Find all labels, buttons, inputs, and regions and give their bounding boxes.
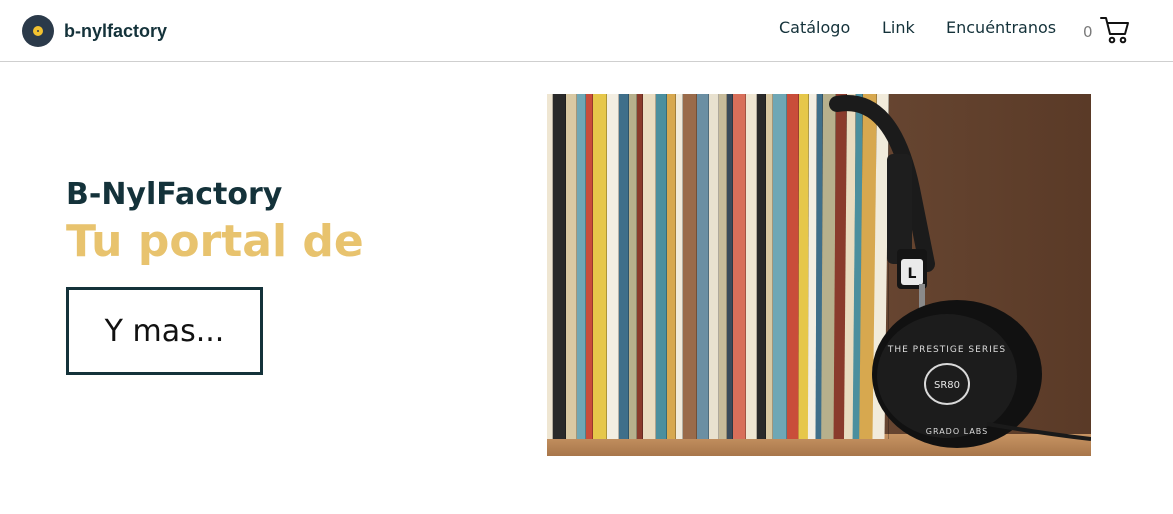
navbar: b-nylfactory Catálogo Link Encuéntranos …	[0, 0, 1173, 62]
cart-count: 0	[1083, 23, 1093, 41]
record-spine-edge	[636, 94, 637, 439]
nav-link-catalogo[interactable]: Catálogo	[779, 18, 850, 37]
more-button[interactable]: Y mas...	[66, 287, 263, 375]
record-spine-edge	[756, 94, 757, 439]
record-spine-edge	[565, 94, 566, 439]
record-spine-edge	[642, 94, 643, 439]
record-spine-edge	[696, 94, 697, 439]
record-spine-edge	[675, 94, 676, 439]
record-spine	[667, 94, 676, 439]
record-spine-edge	[682, 94, 683, 439]
record-spine-edge	[786, 94, 787, 439]
record-spine	[807, 94, 817, 439]
record-spine	[577, 94, 586, 439]
record-spine	[697, 94, 709, 439]
record-spine-edge	[732, 94, 733, 439]
record-spine	[821, 94, 836, 439]
record-spine	[766, 94, 773, 439]
record-spine	[773, 94, 787, 439]
record-spine	[619, 94, 629, 439]
record-spine-edge	[666, 94, 667, 439]
headphones-series-text: THE PRESTIGE SERIES	[887, 345, 1006, 355]
record-spine-edge	[745, 94, 746, 439]
record-spine-edge	[655, 94, 656, 439]
logo-icon	[22, 15, 54, 47]
headphones-model: SR80	[934, 380, 960, 391]
headphones-brand-text: GRADO LABS	[926, 427, 988, 436]
record-spine	[553, 94, 566, 439]
record-spine	[746, 94, 757, 439]
record-spine-edge	[772, 94, 773, 439]
brand-name: b-nylfactory	[64, 20, 168, 41]
record-spine	[757, 94, 766, 439]
record-spine	[656, 94, 667, 439]
hero-title: Tu portal de	[66, 216, 364, 267]
brand-link[interactable]: b-nylfactory	[22, 14, 167, 48]
record-spine	[566, 94, 577, 439]
record-spine-edge	[592, 94, 593, 439]
record-spine	[629, 94, 637, 439]
record-spine	[586, 94, 593, 439]
record-spine-edge	[628, 94, 629, 439]
headphones-badge: L	[908, 266, 917, 282]
cart-icon[interactable]	[1100, 15, 1130, 45]
record-spine-edge	[576, 94, 577, 439]
record-spine	[643, 94, 656, 439]
record-spine	[787, 94, 799, 439]
record-spine-edge	[606, 94, 607, 439]
record-spine-edge	[718, 94, 719, 439]
hero-subtitle: B-NylFactory	[66, 177, 283, 212]
record-spine	[607, 94, 619, 439]
record-spine	[593, 94, 607, 439]
record-spine	[683, 94, 697, 439]
record-spine	[798, 94, 809, 439]
vinyl-records	[547, 94, 889, 439]
record-spine	[709, 94, 719, 439]
record-spine-edge	[618, 94, 619, 439]
record-spine	[676, 94, 683, 439]
record-spine-edge	[765, 94, 766, 439]
record-spine-edge	[708, 94, 709, 439]
record-spine	[719, 94, 727, 439]
record-spine-edge	[552, 94, 553, 439]
nav-link-encuentranos[interactable]: Encuéntranos	[946, 18, 1056, 37]
vinyl-illustration: L SR80 THE PRESTIGE SERIES GRADO LABS	[547, 94, 1091, 456]
record-spine-edge	[585, 94, 586, 439]
vinyl-headphones-image: L SR80 THE PRESTIGE SERIES GRADO LABS	[547, 94, 1091, 456]
record-spine	[733, 94, 746, 439]
nav-link-link[interactable]: Link	[882, 18, 915, 37]
record-spine-edge	[726, 94, 727, 439]
